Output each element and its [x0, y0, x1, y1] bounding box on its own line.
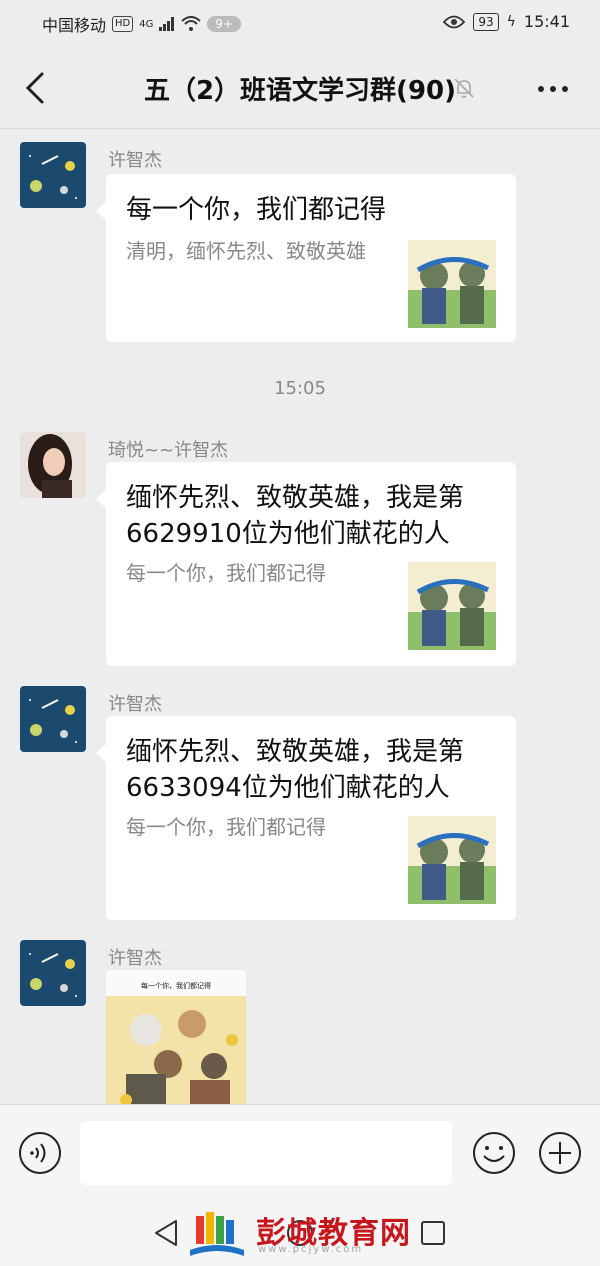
watermark-logo — [190, 1212, 244, 1256]
carrier-label: 中国移动 — [42, 16, 107, 35]
card-title: 缅怀先烈、致敬英雄，我是第6633094位为他们献花的人 — [126, 737, 465, 803]
link-card[interactable]: 缅怀先烈、致敬英雄，我是第6629910位为他们献花的人 每一个你，我们都记得 — [96, 462, 516, 666]
status-bar: 中国移动 HD 4G 9+ 93 ϟ 15:41 — [0, 0, 600, 48]
plus-icon[interactable] — [538, 1131, 582, 1175]
card-description: 每一个你，我们都记得 — [126, 561, 326, 585]
watermark-url: www.pcjyw.com — [258, 1244, 364, 1255]
sender-avatar[interactable] — [20, 940, 86, 1006]
card-description: 每一个你，我们都记得 — [126, 815, 326, 839]
link-card[interactable]: 缅怀先烈、致敬英雄，我是第6633094位为他们献花的人 每一个你，我们都记得 — [96, 716, 516, 920]
message-input[interactable] — [80, 1121, 452, 1185]
sender-avatar[interactable] — [20, 432, 86, 498]
more-options-icon[interactable] — [536, 84, 570, 94]
sender-name: 许智杰 — [108, 948, 162, 969]
nav-recent-icon[interactable] — [420, 1220, 446, 1246]
card-title: 每一个你，我们都记得 — [126, 195, 387, 225]
input-bar — [0, 1104, 600, 1201]
sender-avatar[interactable] — [20, 142, 86, 208]
system-nav-bar: 彭城教育网 www.pcjyw.com — [0, 1200, 600, 1266]
card-thumbnail — [408, 816, 496, 904]
clock: 15:41 — [523, 12, 570, 31]
timestamp: 15:05 — [274, 378, 326, 399]
eye-icon — [443, 15, 466, 28]
sender-name: 许智杰 — [108, 694, 162, 715]
charging-icon: ϟ — [506, 13, 516, 30]
signal-icon — [159, 17, 175, 31]
link-card[interactable]: 每一个你，我们都记得 清明，缅怀先烈、致敬英雄 — [96, 174, 516, 342]
status-left: 中国移动 HD 4G 9+ — [42, 12, 242, 36]
image-message[interactable]: 每一个你，我们都记得 — [106, 970, 246, 1110]
network-label: 4G — [139, 18, 154, 30]
sender-name: 琦悦~~许智杰 — [108, 440, 229, 461]
chat-title: 五（2）班语文学习群(90) — [143, 76, 457, 106]
card-description: 清明，缅怀先烈、致敬英雄 — [126, 239, 366, 263]
card-title: 缅怀先烈、致敬英雄，我是第6629910位为他们献花的人 — [126, 483, 465, 549]
voice-icon[interactable] — [18, 1131, 62, 1175]
nav-back-icon[interactable] — [152, 1218, 180, 1248]
sender-name: 许智杰 — [108, 150, 162, 171]
sender-avatar[interactable] — [20, 686, 86, 752]
card-thumbnail — [408, 562, 496, 650]
notification-badge: 9+ — [207, 16, 242, 32]
chat-header: 五（2）班语文学习群(90) — [0, 48, 600, 129]
battery-indicator: 93 — [473, 12, 499, 31]
mute-bell-icon — [454, 78, 474, 98]
card-thumbnail — [408, 240, 496, 328]
emoji-icon[interactable] — [472, 1131, 516, 1175]
wifi-icon — [181, 16, 202, 31]
image-caption: 每一个你，我们都记得 — [141, 981, 211, 990]
status-right: 93 ϟ 15:41 — [443, 12, 570, 31]
hd-badge: HD — [112, 16, 134, 32]
